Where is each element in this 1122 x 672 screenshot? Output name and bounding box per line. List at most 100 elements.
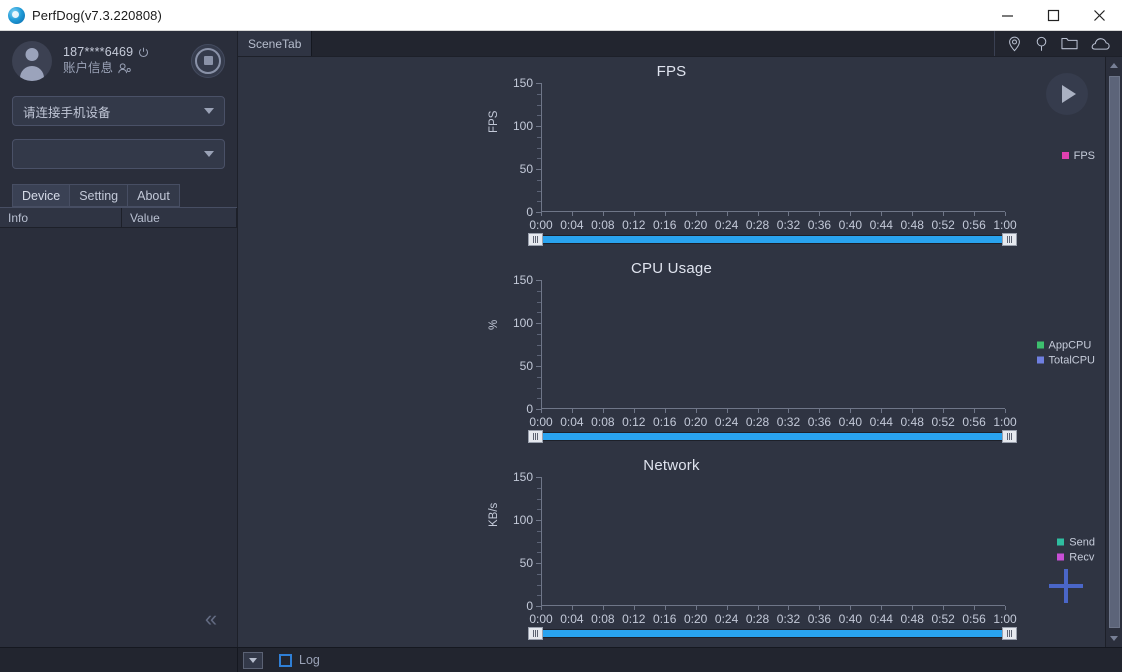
x-tick-mark <box>664 409 666 413</box>
x-tick-mark <box>633 606 635 610</box>
y-tick-label: 150 <box>512 76 533 90</box>
x-tick-label: 0:00 <box>529 612 553 626</box>
x-axis-ticks: 0:00 0:04 0:08 0:12 0:16 0:20 0:24 0:28 0:32 0:36… <box>529 606 1017 626</box>
x-tick-label: 0:08 <box>591 612 615 626</box>
x-tick-label: 0:08 <box>591 218 615 232</box>
chevron-double-left-icon[interactable]: « <box>197 605 225 633</box>
account-panel: 187****6469 账户信息 <box>0 31 237 90</box>
legend-swatch-icon <box>1057 553 1065 561</box>
x-tick-label: 0:40 <box>838 612 863 626</box>
time-range-slider[interactable] <box>528 627 1017 640</box>
sidebar-tabs: Device Setting About <box>12 184 237 207</box>
tab-device[interactable]: Device <box>12 184 71 207</box>
x-tick-label: 0:16 <box>653 218 677 232</box>
scroll-up-icon[interactable] <box>1106 57 1122 74</box>
window-controls <box>984 0 1122 30</box>
x-tick-label: 0:32 <box>776 218 801 232</box>
x-axis-ticks: 0:00 0:04 0:08 0:12 0:16 0:20 0:24 0:28 0:32 0:36… <box>529 409 1017 429</box>
charts-scroll-region: FPS FPS 0 50 100 150 0:00 0:04 0:08 0:12 0:16 0:… <box>238 57 1122 647</box>
log-checkbox[interactable] <box>279 653 292 667</box>
x-tick-label: 0:52 <box>931 612 955 626</box>
tab-about[interactable]: About <box>127 184 180 207</box>
legend-swatch-icon <box>1057 538 1065 546</box>
x-tick-label: 0:56 <box>962 218 986 232</box>
y-axis-ticks: 0 50 100 150 <box>496 272 541 417</box>
x-tick-mark <box>541 606 542 610</box>
play-icon[interactable] <box>1046 73 1088 115</box>
chart-network: Network KB/s 0 50 100 150 0:00 0:04 0:08 0:12 0… <box>238 451 1105 647</box>
y-tick-label: 0 <box>526 599 533 613</box>
x-tick-label: 0:00 <box>529 415 553 429</box>
range-grip-left-icon[interactable] <box>528 430 543 443</box>
x-tick-label: 0:36 <box>807 612 832 626</box>
x-tick-mark <box>850 409 852 413</box>
folder-icon[interactable] <box>1061 36 1078 51</box>
tab-scenetab[interactable]: SceneTab <box>238 31 313 56</box>
time-range-slider[interactable] <box>528 430 1017 443</box>
minimize-icon[interactable] <box>984 0 1030 30</box>
x-tick-label: 0:48 <box>900 612 924 626</box>
scrollbar-track[interactable] <box>1106 74 1122 630</box>
time-range-slider[interactable] <box>528 233 1017 246</box>
x-tick-mark <box>602 212 604 216</box>
log-dropdown-button[interactable] <box>243 651 263 669</box>
scrollbar-thumb[interactable] <box>1108 76 1120 628</box>
legend-item[interactable]: Recv <box>1057 551 1095 563</box>
device-select[interactable]: 请连接手机设备 <box>12 96 225 126</box>
power-icon[interactable] <box>138 47 149 58</box>
x-tick-label: 0:04 <box>560 415 584 429</box>
account-id: 187****6469 <box>63 44 134 59</box>
x-tick-label: 0:52 <box>931 218 955 232</box>
range-grip-right-icon[interactable] <box>1002 430 1017 443</box>
scene-tabstrip: SceneTab <box>238 31 1122 57</box>
stop-record-icon[interactable] <box>191 43 225 78</box>
x-tick-mark <box>912 409 914 413</box>
close-icon[interactable] <box>1076 0 1122 30</box>
x-tick-mark <box>850 212 852 216</box>
x-tick-mark <box>788 212 790 216</box>
x-tick-label: 0:28 <box>745 415 770 429</box>
x-tick-mark <box>571 212 573 216</box>
marker-pin-icon[interactable] <box>1035 36 1048 52</box>
x-tick-label: 0:20 <box>683 218 708 232</box>
legend-item[interactable]: AppCPU <box>1036 339 1095 351</box>
x-tick-label: 0:44 <box>869 218 893 232</box>
column-header-info[interactable]: Info <box>0 208 122 227</box>
legend-item[interactable]: FPS <box>1061 150 1095 162</box>
x-tick-mark <box>819 212 821 216</box>
cloud-icon[interactable] <box>1091 37 1110 51</box>
x-tick-label: 0:56 <box>962 612 986 626</box>
plus-icon[interactable] <box>1049 569 1083 603</box>
x-tick-mark <box>974 212 976 216</box>
vertical-scrollbar[interactable] <box>1105 57 1122 647</box>
app-select[interactable] <box>12 139 225 169</box>
range-grip-right-icon[interactable] <box>1002 627 1017 640</box>
x-tick-label: 0:12 <box>622 612 646 626</box>
x-tick-mark <box>602 409 604 413</box>
x-tick-label: 0:40 <box>838 415 863 429</box>
location-pin-icon[interactable] <box>1007 36 1022 52</box>
x-tick-mark <box>1005 212 1006 216</box>
chart-fps: FPS FPS 0 50 100 150 0:00 0:04 0:08 0:12 0:16 0:… <box>238 57 1105 254</box>
x-tick-mark <box>602 606 604 610</box>
tab-setting[interactable]: Setting <box>69 184 129 207</box>
x-tick-label: 1:00 <box>993 415 1017 429</box>
legend-item[interactable]: Send <box>1057 536 1095 548</box>
range-grip-right-icon[interactable] <box>1002 233 1017 246</box>
range-grip-left-icon[interactable] <box>528 233 543 246</box>
legend-item[interactable]: TotalCPU <box>1036 354 1095 366</box>
x-tick-mark <box>757 212 759 216</box>
chart-cpu-usage: CPU Usage % 0 50 100 150 0:00 0:04 0:08 0:12 0:… <box>238 254 1105 451</box>
column-header-value[interactable]: Value <box>122 208 237 227</box>
y-tick-label: 50 <box>519 359 533 373</box>
user-config-icon[interactable] <box>118 63 131 74</box>
x-tick-mark <box>881 409 883 413</box>
x-tick-label: 0:20 <box>683 612 708 626</box>
avatar-icon[interactable] <box>12 40 52 81</box>
chart-title: FPS <box>656 63 687 80</box>
perfdog-window: PerfDog(v7.3.220808) 187****6469 账户信息 请连… <box>0 0 1122 672</box>
scroll-down-icon[interactable] <box>1106 630 1122 647</box>
range-grip-left-icon[interactable] <box>528 627 543 640</box>
maximize-icon[interactable] <box>1030 0 1076 30</box>
x-tick-mark <box>850 606 852 610</box>
